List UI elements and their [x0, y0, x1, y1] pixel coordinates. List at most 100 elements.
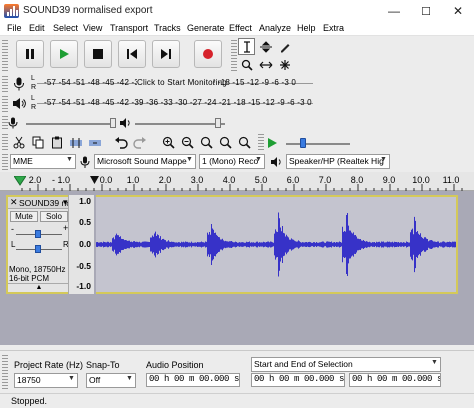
- zoom-in-button[interactable]: [160, 134, 177, 151]
- zoom-in-icon: [162, 136, 175, 149]
- menu-effect[interactable]: Effect: [229, 23, 252, 33]
- toolbar-grip[interactable]: [231, 40, 237, 71]
- cut-button[interactable]: [10, 134, 27, 151]
- selection-start-field[interactable]: 00 h 00 m 00.000 s: [251, 373, 345, 387]
- selection-end-field[interactable]: 00 h 00 m 00.000 s: [349, 373, 441, 387]
- recording-volume-slider[interactable]: [26, 123, 116, 125]
- gain-slider-thumb[interactable]: [35, 230, 41, 238]
- selection-toolbar: Project Rate (Hz) 18750 ▼ Snap-To Off ▼ …: [0, 350, 474, 392]
- menu-edit[interactable]: Edit: [29, 23, 45, 33]
- waveform-area[interactable]: [96, 195, 458, 294]
- zoom-out-button[interactable]: [179, 134, 196, 151]
- i-beam-icon: [243, 40, 250, 53]
- recording-device-value: Microsoft Sound Mappe: [97, 156, 187, 166]
- playback-device-select[interactable]: Speaker/HP (Realtek Hig ▼: [286, 154, 390, 169]
- stop-button[interactable]: [84, 40, 112, 68]
- multi-tool-button[interactable]: [276, 56, 293, 73]
- copy-button[interactable]: [29, 134, 46, 151]
- vertical-scale[interactable]: 1.0 0.5 0.0 -0.5 -1.0: [68, 195, 94, 294]
- close-window-button[interactable]: ✕: [442, 0, 474, 22]
- draw-tool-button[interactable]: [276, 38, 293, 55]
- microphone-icon[interactable]: [13, 77, 25, 91]
- fit-project-icon: [219, 136, 232, 149]
- audio-host-select[interactable]: MME ▼: [10, 154, 76, 169]
- playback-meter-scale[interactable]: -57 -54 -51 -48 -45 -42 -39 -36 -33 -30 …: [44, 98, 312, 107]
- fit-selection-button[interactable]: [198, 134, 215, 151]
- toolbar-grip[interactable]: [2, 96, 8, 112]
- audio-position-field[interactable]: 00 h 00 m 00.000 s: [146, 373, 240, 387]
- menu-help[interactable]: Help: [297, 23, 316, 33]
- paste-icon: [51, 136, 62, 149]
- skip-to-end-button[interactable]: [152, 40, 180, 68]
- minimize-button[interactable]: —: [378, 0, 410, 22]
- scale-label: 0.5: [79, 217, 91, 227]
- snap-to-select[interactable]: Off ▼: [86, 373, 136, 388]
- mixer-toolbar: [0, 114, 474, 132]
- pan-slider-thumb[interactable]: [35, 245, 41, 253]
- toolbar-grip[interactable]: [2, 76, 8, 92]
- recording-device-select[interactable]: Microsoft Sound Mappe ▼: [94, 154, 196, 169]
- menu-select[interactable]: Select: [53, 23, 78, 33]
- recording-meter-scale[interactable]: -57 -54 -51 -48 -45 -42 -3: [44, 78, 139, 87]
- trim-icon: [69, 137, 82, 148]
- app-icon-bar: [16, 10, 18, 16]
- meter-right-channel-label: R: [31, 84, 37, 91]
- track-menu-arrow[interactable]: ▾: [63, 197, 68, 208]
- selection-mode-value: Start and End of Selection: [254, 359, 353, 369]
- solo-button[interactable]: Solo: [40, 211, 68, 222]
- record-button[interactable]: [194, 40, 222, 68]
- time-shift-tool-button[interactable]: [257, 56, 274, 73]
- meter-right-channel-label: R: [31, 104, 37, 111]
- menu-transport[interactable]: Transport: [110, 23, 148, 33]
- playback-volume-slider[interactable]: [135, 123, 225, 125]
- menu-file[interactable]: File: [7, 23, 22, 33]
- pause-button[interactable]: [16, 40, 44, 68]
- menu-generate[interactable]: Generate: [187, 23, 225, 33]
- mute-button[interactable]: Mute: [10, 211, 38, 222]
- fit-project-button[interactable]: [217, 134, 234, 151]
- play-button[interactable]: [50, 40, 78, 68]
- menu-view[interactable]: View: [83, 23, 102, 33]
- timeline-ruler[interactable]: 2.0 - 1.0 0.0 1.0 2.0 3.0 4.0 5.0 6.0 7.…: [0, 172, 474, 191]
- play-at-speed-button[interactable]: [264, 134, 281, 151]
- snap-to-value: Off: [89, 375, 101, 385]
- playback-device-value: Speaker/HP (Realtek Hig: [289, 156, 384, 166]
- chevron-down-icon: ▼: [380, 156, 387, 163]
- app-icon-bar: [13, 6, 15, 16]
- recording-volume-thumb[interactable]: [110, 118, 116, 128]
- edit-toolbar: [0, 132, 474, 152]
- speaker-icon: [271, 157, 281, 167]
- zoom-tool-button[interactable]: [238, 56, 255, 73]
- silence-audio-button[interactable]: [86, 134, 103, 151]
- paste-button[interactable]: [48, 134, 65, 151]
- menu-analyze[interactable]: Analyze: [259, 23, 291, 33]
- play-speed-slider[interactable]: [286, 143, 350, 145]
- toolbar-grip[interactable]: [2, 355, 8, 389]
- speaker-icon[interactable]: [12, 97, 26, 110]
- envelope-tool-button[interactable]: [257, 38, 274, 55]
- toolbar-grip[interactable]: [2, 40, 8, 71]
- zoom-toggle-button[interactable]: [236, 134, 253, 151]
- maximize-button[interactable]: ☐: [410, 0, 442, 22]
- track-title-bar[interactable]: ✕ SOUND39 no ▾: [8, 197, 71, 209]
- undo-button[interactable]: [112, 134, 129, 151]
- playback-volume-thumb[interactable]: [215, 118, 221, 128]
- menu-tracks[interactable]: Tracks: [154, 23, 181, 33]
- recording-meter-scale-right[interactable]: ! -18 -15 -12 -9 -6 -3 0: [213, 78, 296, 87]
- toolbar-grip[interactable]: [2, 154, 8, 170]
- selection-tool-button[interactable]: [238, 38, 255, 55]
- recording-channels-select[interactable]: 1 (Mono) Reco ▼: [199, 154, 265, 169]
- toolbar-grip[interactable]: [2, 134, 8, 150]
- trim-audio-button[interactable]: [67, 134, 84, 151]
- selection-start-value: 00 h 00 m 00.000 s: [254, 374, 345, 384]
- menu-extra[interactable]: Extra: [323, 23, 344, 33]
- app-icon-bar: [10, 9, 12, 16]
- skip-to-start-button[interactable]: [118, 40, 146, 68]
- project-rate-select[interactable]: 18750 ▼: [14, 373, 78, 388]
- track-close-icon[interactable]: ✕: [10, 197, 18, 208]
- redo-button[interactable]: [131, 134, 148, 151]
- selection-mode-select[interactable]: Start and End of Selection ▼: [251, 357, 441, 372]
- collapse-track-button[interactable]: ▲: [8, 283, 70, 292]
- play-speed-thumb[interactable]: [300, 138, 306, 148]
- scale-label: -1.0: [76, 281, 91, 291]
